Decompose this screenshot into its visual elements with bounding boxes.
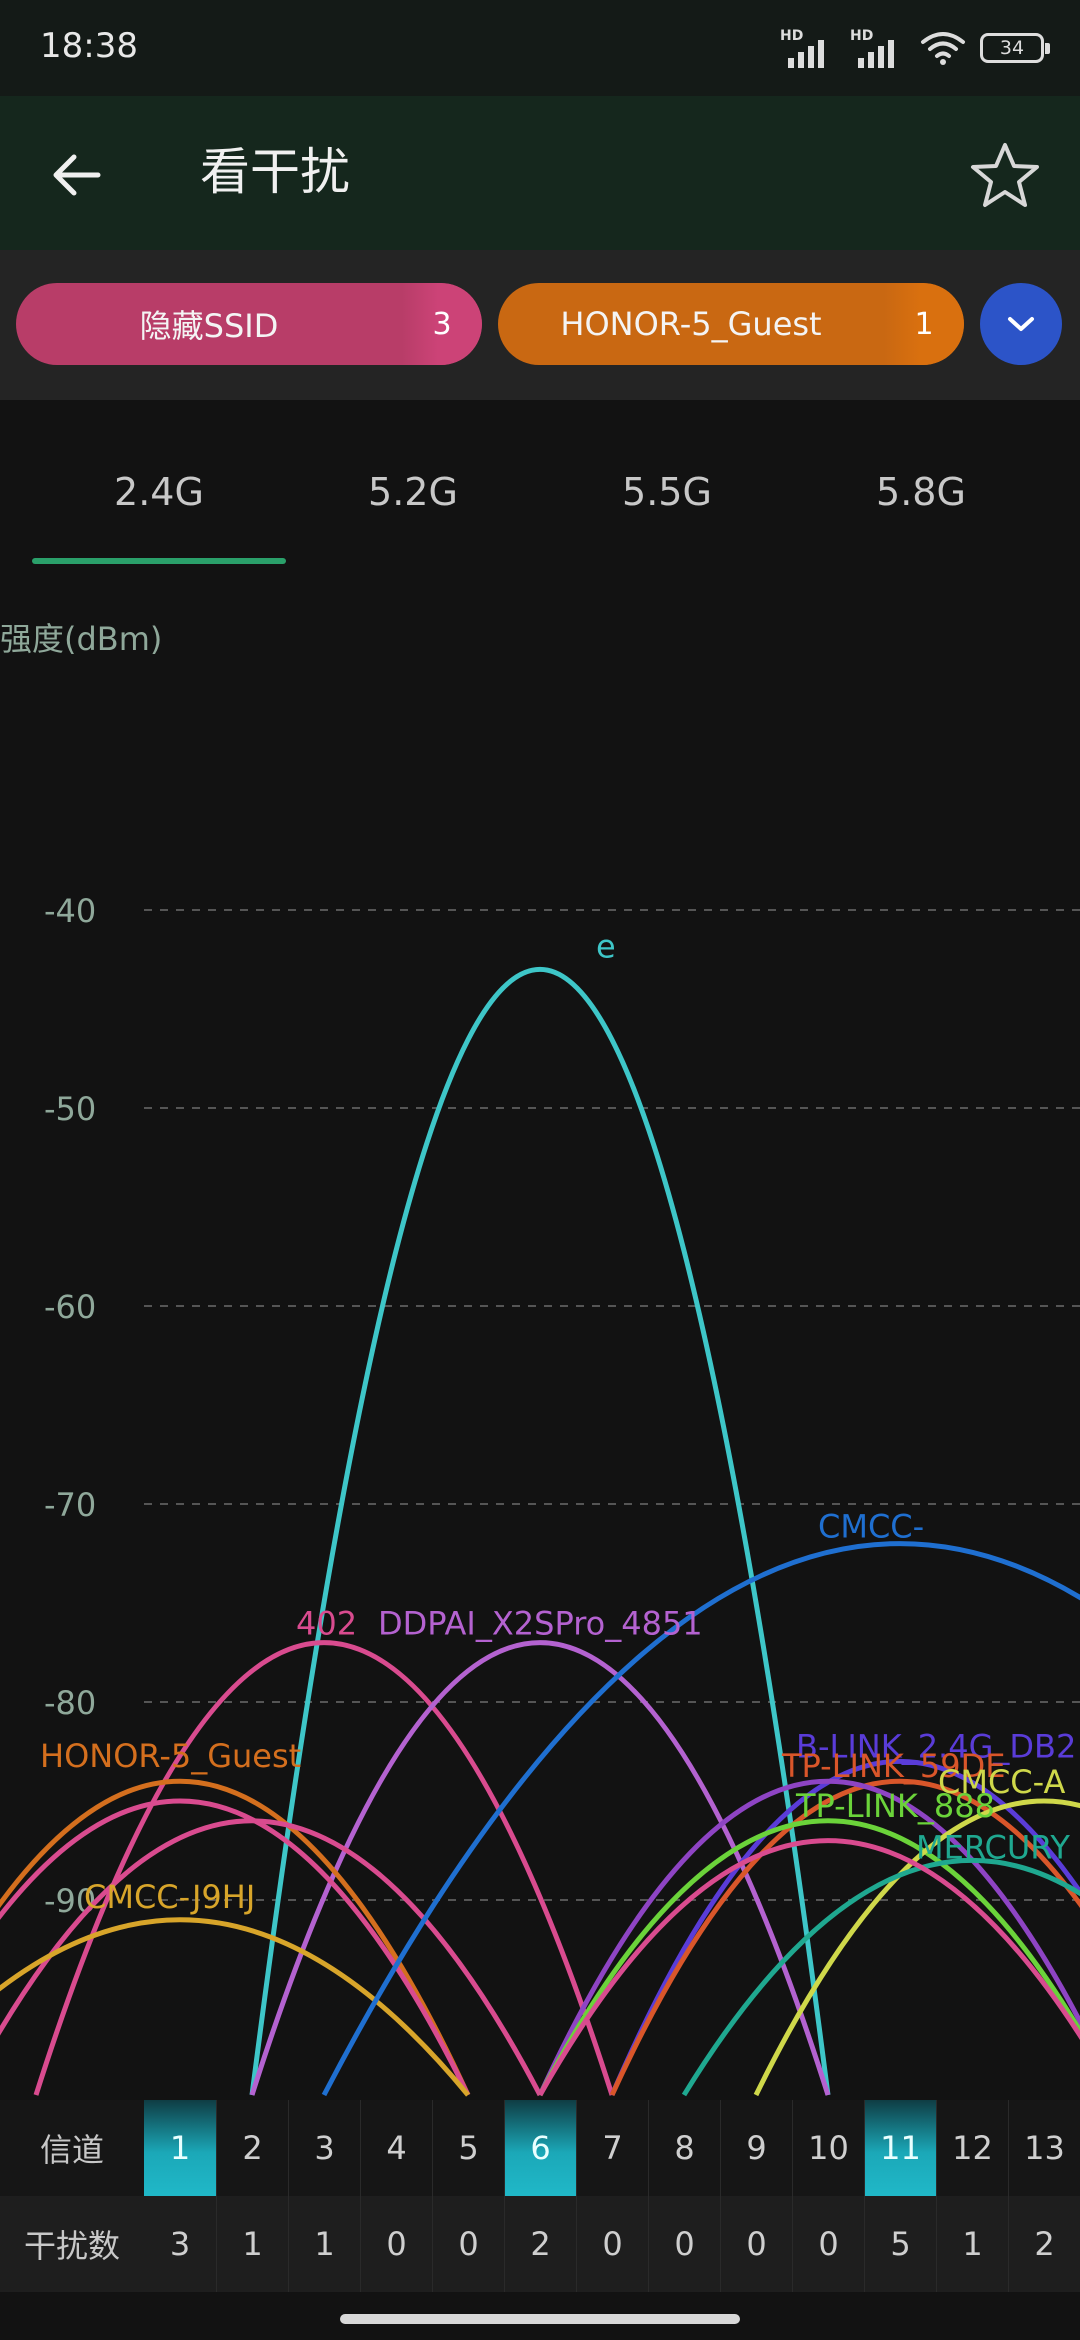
channel-cell: 10 — [792, 2100, 864, 2196]
interference-count-cell: 2 — [1008, 2196, 1080, 2292]
series-label: CMCC-J9HJ — [84, 1878, 255, 1916]
channel-cell: 2 — [216, 2100, 288, 2196]
channel-cell: 1 — [144, 2100, 216, 2196]
channel-cell: 13 — [1008, 2100, 1080, 2196]
interference-count-cell: 0 — [360, 2196, 432, 2292]
wifi-icon — [921, 32, 965, 65]
interference-count-cell: 0 — [720, 2196, 792, 2292]
active-tab-indicator — [32, 558, 286, 564]
chip-label: HONOR-5_Guest — [560, 305, 822, 343]
interference-row-label: 干扰数 — [23, 2227, 120, 2265]
status-bar: 18:38 HD HD 34 — [0, 0, 1080, 96]
interference-count-cell: 1 — [288, 2196, 360, 2292]
y-tick-label: -70 — [44, 1486, 96, 1524]
tab-5-5g[interactable]: 5.5G — [540, 470, 794, 514]
chip-count: 3 — [402, 283, 482, 365]
band-tabs: 2.4G 5.2G 5.5G 5.8G — [0, 400, 1080, 570]
chevron-down-icon — [1008, 317, 1034, 331]
series-label: MERCURY — [916, 1828, 1070, 1866]
status-time: 18:38 — [40, 26, 138, 66]
channel-cell: 11 — [864, 2100, 936, 2196]
channel-cell: 9 — [720, 2100, 792, 2196]
status-icons: HD HD 34 — [780, 26, 1050, 70]
y-tick-label: -40 — [44, 892, 96, 930]
tab-5-2g[interactable]: 5.2G — [286, 470, 540, 514]
y-axis-label: 强度(dBm) — [0, 620, 162, 658]
chip-count: 1 — [884, 283, 964, 365]
interference-count-cell: 3 — [169, 2225, 191, 2263]
home-indicator[interactable] — [340, 2314, 740, 2324]
tab-2-4g[interactable]: 2.4G — [32, 470, 286, 514]
cell-signal-icon: HD — [780, 28, 836, 68]
series-label: CMCC-A — [938, 1763, 1065, 1801]
series-label: HONOR-5_Guest — [40, 1737, 301, 1775]
channel-cell: 5 — [432, 2100, 504, 2196]
interference-count-cell: 2 — [504, 2196, 576, 2292]
channel-signal-chart: 强度(dBm)-40-50-60-70-80-90e402 DDPAI_X2SPr… — [0, 620, 1080, 2097]
channel-cell: 4 — [360, 2100, 432, 2196]
interference-count-cell: 0 — [432, 2196, 504, 2292]
channel-cell: 6 — [504, 2100, 576, 2196]
interference-count-cell: 0 — [792, 2196, 864, 2292]
interference-chart: 强度(dBm) -40 -50 -60 -70 -80 -90 e 402 DDPAI_X2SPr… — [0, 570, 1080, 2100]
signal-curve — [33, 1640, 615, 2096]
channel-cell: 3 — [288, 2100, 360, 2196]
channel-cell: 7 — [576, 2100, 648, 2196]
interference-row: 干扰数 3110020000512 — [0, 2196, 1080, 2292]
arrow-left-icon — [53, 154, 101, 196]
signal-curve — [249, 967, 831, 2096]
signal-curve — [0, 1917, 470, 2097]
channel-cell: 8 — [648, 2100, 720, 2196]
tab-5-8g[interactable]: 5.8G — [794, 470, 1048, 514]
channel-row: 信道 1 2 3 4 5 6 7 8 9 10 11 12 13 — [0, 2100, 1080, 2196]
signal-curve — [0, 1778, 471, 2097]
battery-icon: 34 — [980, 33, 1050, 63]
expand-chips-button[interactable] — [980, 283, 1062, 365]
series-label: CMCC- — [818, 1508, 924, 1546]
interference-count-cell: 5 — [864, 2196, 936, 2292]
interference-count-cell: 1 — [216, 2196, 288, 2292]
cell-signal-icon: HD — [850, 28, 906, 68]
network-filter-chips: 隐藏SSID 3 HONOR-5_Guest 1 — [0, 250, 1080, 400]
series-label: 402 — [296, 1605, 357, 1643]
channel-row-label: 信道 — [39, 2131, 104, 2169]
y-tick-label: -80 — [44, 1684, 96, 1722]
series-label: DDPAI_X2SPro_4851 — [378, 1605, 703, 1643]
series-label: e — [596, 927, 616, 965]
back-button[interactable] — [44, 142, 110, 208]
star-icon — [971, 143, 1039, 207]
chip-hidden-ssid[interactable]: 隐藏SSID 3 — [16, 283, 482, 365]
channel-cell: 12 — [936, 2100, 1008, 2196]
page-title: 看干扰 — [200, 143, 350, 201]
signal-curve — [249, 1640, 831, 2096]
interference-count-cell: 0 — [648, 2196, 720, 2292]
y-tick-label: -60 — [44, 1288, 96, 1326]
interference-count-cell: 0 — [576, 2196, 648, 2292]
app-bar: 看干扰 — [0, 96, 1080, 250]
interference-count-cell: 1 — [936, 2196, 1008, 2292]
favorite-button[interactable] — [968, 138, 1042, 212]
y-tick-label: -50 — [44, 1090, 96, 1128]
chip-honor-guest[interactable]: HONOR-5_Guest 1 — [498, 283, 964, 365]
chip-label: 隐藏SSID — [139, 307, 279, 345]
